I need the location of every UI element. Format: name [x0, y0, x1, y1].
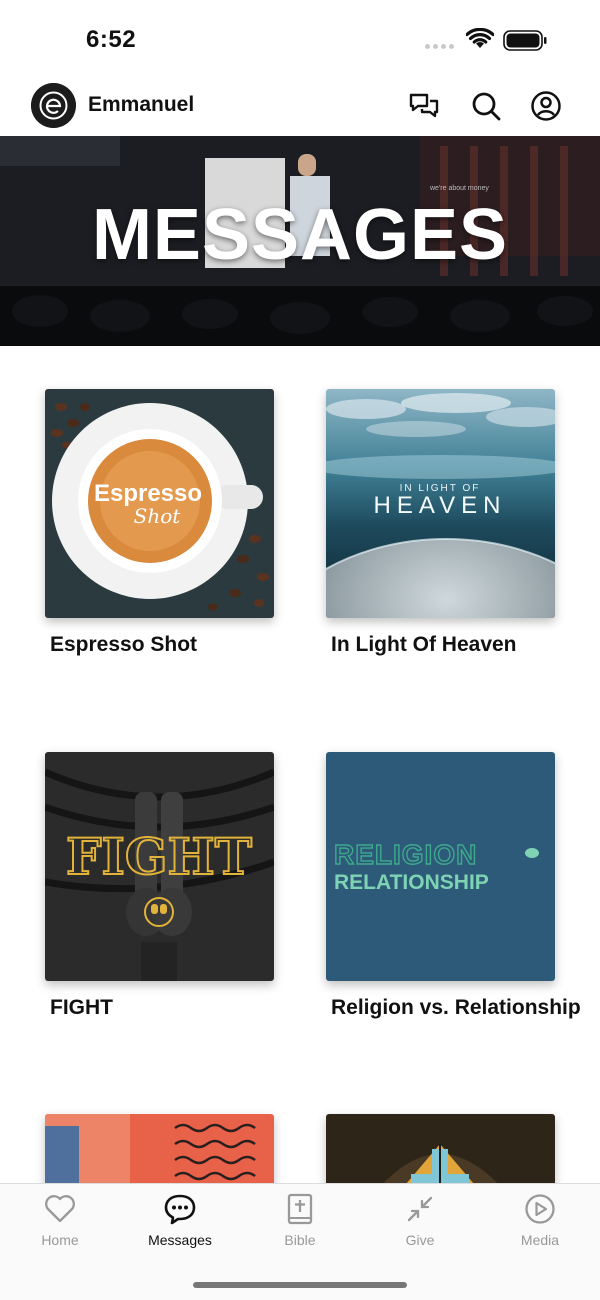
bible-icon: [287, 1193, 313, 1225]
tab-give[interactable]: Give: [360, 1192, 480, 1248]
app-name: Emmanuel: [88, 93, 195, 116]
app-header: Emmanuel: [0, 80, 600, 136]
fight-art-text: FIGHT: [66, 827, 252, 886]
religion-art-line1: RELIGION: [334, 839, 477, 870]
status-time: 6:52: [86, 26, 137, 53]
wifi-icon: [466, 28, 494, 48]
hero-banner-text: we're about money: [429, 185, 489, 192]
church-logo[interactable]: [31, 83, 76, 128]
series-artwork[interactable]: IN LIGHT OF HEAVEN: [326, 389, 555, 618]
series-artwork[interactable]: RELIGION RELATIONSHIP: [326, 752, 555, 981]
heaven-art-big: HEAVEN: [374, 492, 507, 519]
espresso-art-script: Shot: [134, 504, 182, 528]
tab-label: Messages: [148, 1232, 212, 1248]
tab-label: Bible: [284, 1232, 316, 1248]
home-indicator[interactable]: [193, 1282, 407, 1288]
search-icon[interactable]: [470, 90, 502, 122]
series-title[interactable]: Religion vs. Relationship: [331, 995, 591, 1021]
espresso-art-text: Espresso: [94, 480, 202, 507]
series-card[interactable]: FIGHT FIGHT: [45, 752, 275, 1021]
series-card[interactable]: Espresso Shot Espresso Shot: [45, 389, 275, 658]
series-card[interactable]: IN LIGHT OF HEAVEN In Light Of Heaven: [326, 389, 556, 658]
tab-label: Give: [405, 1232, 435, 1248]
series-title[interactable]: In Light Of Heaven: [331, 632, 591, 658]
play-circle-icon: [525, 1194, 555, 1224]
tab-label: Home: [41, 1232, 79, 1248]
hero-banner: we're about money MESSAGES: [0, 136, 600, 346]
series-artwork[interactable]: Espresso Shot: [45, 389, 274, 618]
give-icon: [407, 1196, 433, 1222]
chat-bubble-icon: [164, 1194, 196, 1225]
tab-messages[interactable]: Messages: [120, 1192, 240, 1248]
tab-label: Media: [520, 1232, 560, 1248]
series-artwork[interactable]: FIGHT: [45, 752, 274, 981]
heart-icon: [45, 1195, 75, 1223]
battery-icon: [503, 30, 547, 51]
cellular-signal-icon: [425, 44, 454, 49]
page-title: MESSAGES: [91, 195, 509, 275]
chat-icon[interactable]: [408, 90, 440, 122]
series-title[interactable]: Espresso Shot: [50, 632, 310, 658]
religion-art-line2: RELATIONSHIP: [334, 871, 489, 894]
tab-media[interactable]: Media: [480, 1192, 600, 1248]
series-title[interactable]: FIGHT: [50, 995, 310, 1021]
series-card[interactable]: RELIGION RELATIONSHIP Religion vs. Relat…: [326, 752, 581, 1021]
tab-bible[interactable]: Bible: [240, 1192, 360, 1248]
profile-icon[interactable]: [530, 90, 562, 122]
status-bar: 6:52: [0, 0, 600, 80]
tab-home[interactable]: Home: [0, 1192, 120, 1248]
